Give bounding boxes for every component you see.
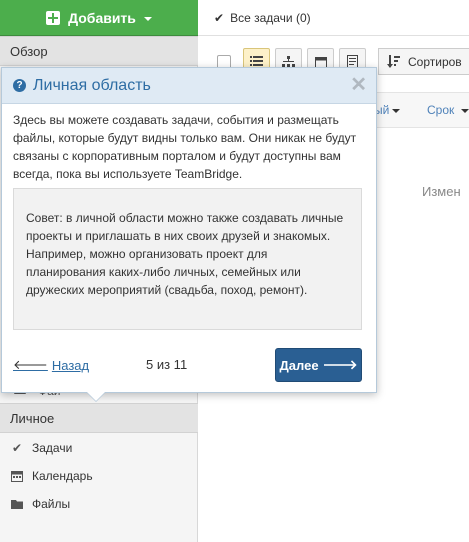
sort-icon	[387, 55, 400, 68]
all-tasks-filter[interactable]: Все задачи (0)	[230, 11, 311, 25]
arrow-right-icon: 🡒	[322, 357, 358, 372]
sidebar-item-tasks[interactable]: ✔ Задачи	[0, 434, 198, 462]
sidebar-item-label: Файлы	[32, 497, 71, 511]
add-button[interactable]: Добавить	[0, 0, 198, 36]
overview-label: Обзор	[10, 43, 48, 59]
personal-label: Личное	[10, 410, 55, 426]
sort-label: Сортиров	[408, 54, 462, 69]
sidebar-item-label: Задачи	[32, 441, 73, 455]
sort-button[interactable]: Сортиров	[378, 48, 469, 75]
popover-pointer	[86, 391, 106, 401]
popover-body: Здесь вы можете создавать задачи, событи…	[13, 113, 357, 181]
folder-icon	[10, 497, 24, 511]
back-label: Назад	[51, 357, 90, 373]
sidebar-item-files[interactable]: Файлы	[0, 490, 198, 518]
filter-bar: ✔ Все задачи (0)	[198, 0, 469, 36]
sidebar-item-calendar[interactable]: Календарь	[0, 462, 198, 490]
sitemap-icon	[282, 55, 295, 67]
sidebar-section-personal[interactable]: Личное	[0, 403, 198, 433]
popover-title: Личная область	[33, 76, 151, 94]
arrow-left-icon: 🡐	[13, 357, 48, 372]
next-label: Далее	[279, 357, 319, 373]
sidebar-section-overview[interactable]: Обзор	[0, 36, 198, 66]
chevron-down-icon	[461, 109, 469, 113]
next-button[interactable]: Далее 🡒	[275, 348, 362, 382]
check-icon: ✔	[214, 10, 225, 25]
tip-box: Совет: в личной области можно также созд…	[13, 188, 362, 330]
due-date-filter-link[interactable]: Срок	[427, 103, 454, 117]
question-icon: ?	[13, 79, 26, 92]
calendar-icon	[10, 469, 24, 483]
back-link[interactable]: 🡐 Назад	[13, 357, 89, 373]
add-button-label: Добавить	[68, 9, 136, 26]
plus-icon	[46, 10, 61, 25]
close-icon[interactable]: ✕	[350, 75, 367, 95]
chevron-down-icon	[392, 109, 400, 113]
tip-text: Совет: в личной области можно также созд…	[26, 211, 344, 297]
sidebar-item-label: Календарь	[32, 469, 93, 483]
step-counter: 5 из 11	[146, 357, 188, 372]
tour-popover: ? Личная область ✕ Здесь вы можете созда…	[1, 67, 377, 393]
check-icon: ✔	[11, 441, 23, 455]
chevron-down-icon	[143, 16, 152, 21]
main-content-text: Измен	[422, 184, 461, 199]
calendar-icon	[314, 56, 327, 68]
list-icon	[250, 56, 263, 66]
popover-header: ? Личная область ✕	[2, 68, 376, 104]
